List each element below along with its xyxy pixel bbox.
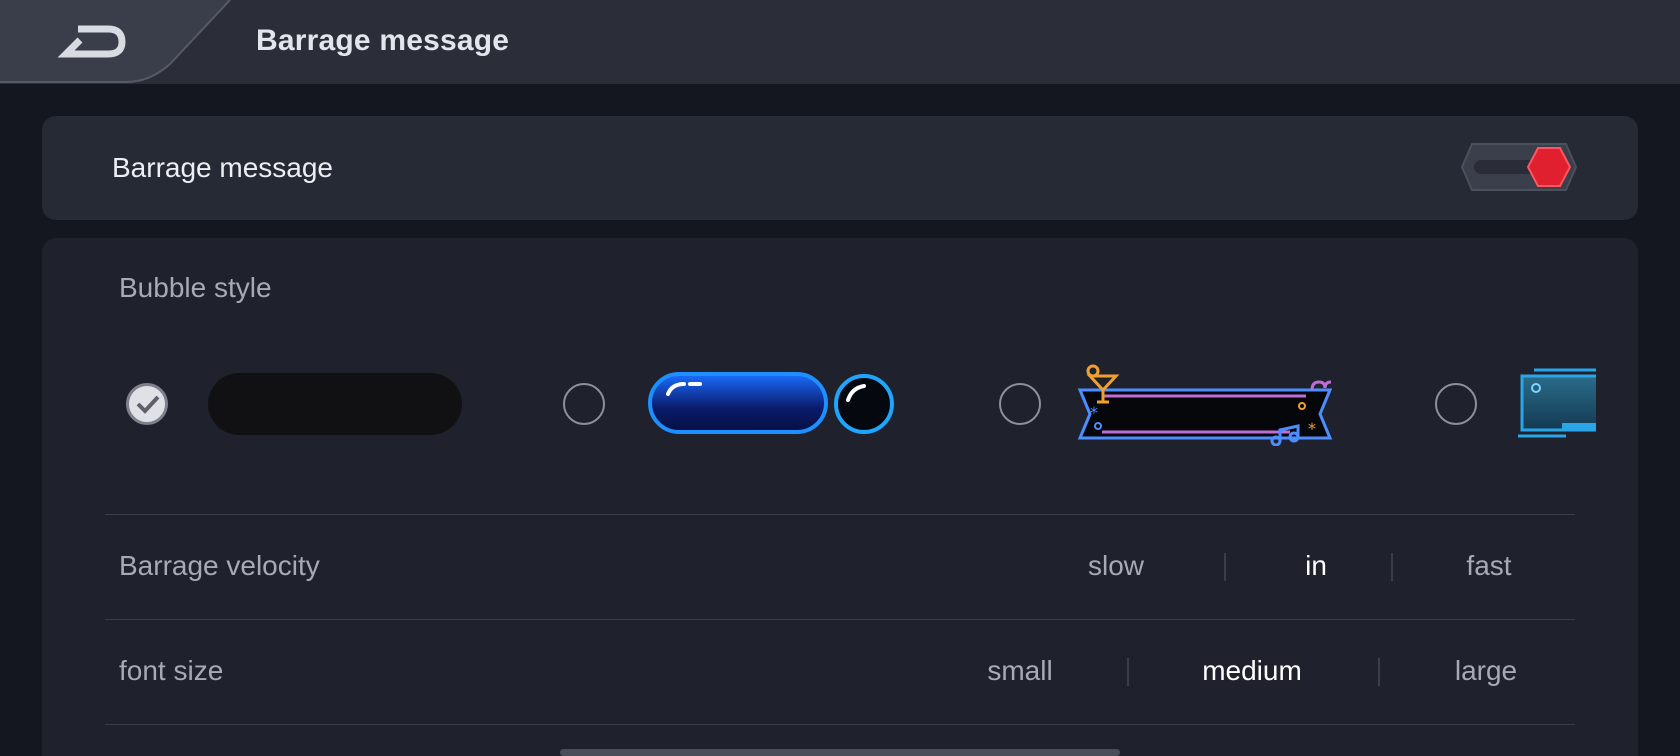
bubble-plain-radio[interactable] [126, 383, 168, 425]
back-tab-shape [0, 0, 231, 83]
bubble-style-label: Bubble style [119, 272, 272, 303]
bubble-neon-radio[interactable] [999, 383, 1041, 425]
font-size-option-medium[interactable]: medium [1192, 655, 1312, 687]
velocity-option-fast[interactable]: fast [1454, 550, 1524, 582]
bubble-tech-preview[interactable] [1516, 366, 1596, 442]
divider [105, 619, 1575, 620]
divider [105, 724, 1575, 725]
svg-text:*: * [1090, 403, 1098, 422]
back-button[interactable] [0, 0, 232, 84]
top-bar: Barrage message [0, 0, 1680, 84]
check-icon [136, 395, 160, 414]
velocity-option-slow[interactable]: slow [1076, 550, 1156, 582]
page-title: Barrage message [256, 24, 510, 57]
settings-card: Bubble style * * Barrage velocity slow i… [42, 238, 1638, 756]
barrage-toggle-switch[interactable] [1460, 142, 1578, 192]
font-size-option-large[interactable]: large [1446, 655, 1526, 687]
switch-graphic [1460, 143, 1578, 191]
bubble-plain-preview[interactable] [208, 373, 462, 435]
font-size-separator [1127, 658, 1129, 686]
font-size-separator [1378, 658, 1380, 686]
velocity-label: Barrage velocity [119, 550, 320, 581]
divider [105, 514, 1575, 515]
bubble-blue-radio[interactable] [563, 383, 605, 425]
horizontal-scrollbar[interactable] [560, 749, 1120, 756]
switch-knob [1526, 147, 1572, 187]
barrage-toggle-card: Barrage message [42, 116, 1638, 220]
velocity-separator [1391, 553, 1393, 581]
svg-text:*: * [1308, 419, 1316, 438]
barrage-toggle-label: Barrage message [112, 152, 334, 183]
velocity-option-in[interactable]: in [1296, 550, 1336, 582]
velocity-separator [1224, 553, 1226, 581]
bubble-neon-preview[interactable]: * * [1076, 360, 1338, 447]
font-size-option-small[interactable]: small [980, 655, 1060, 687]
bubble-tech-radio[interactable] [1435, 383, 1477, 425]
font-size-label: font size [119, 655, 224, 686]
bubble-blue-preview[interactable] [646, 370, 900, 438]
